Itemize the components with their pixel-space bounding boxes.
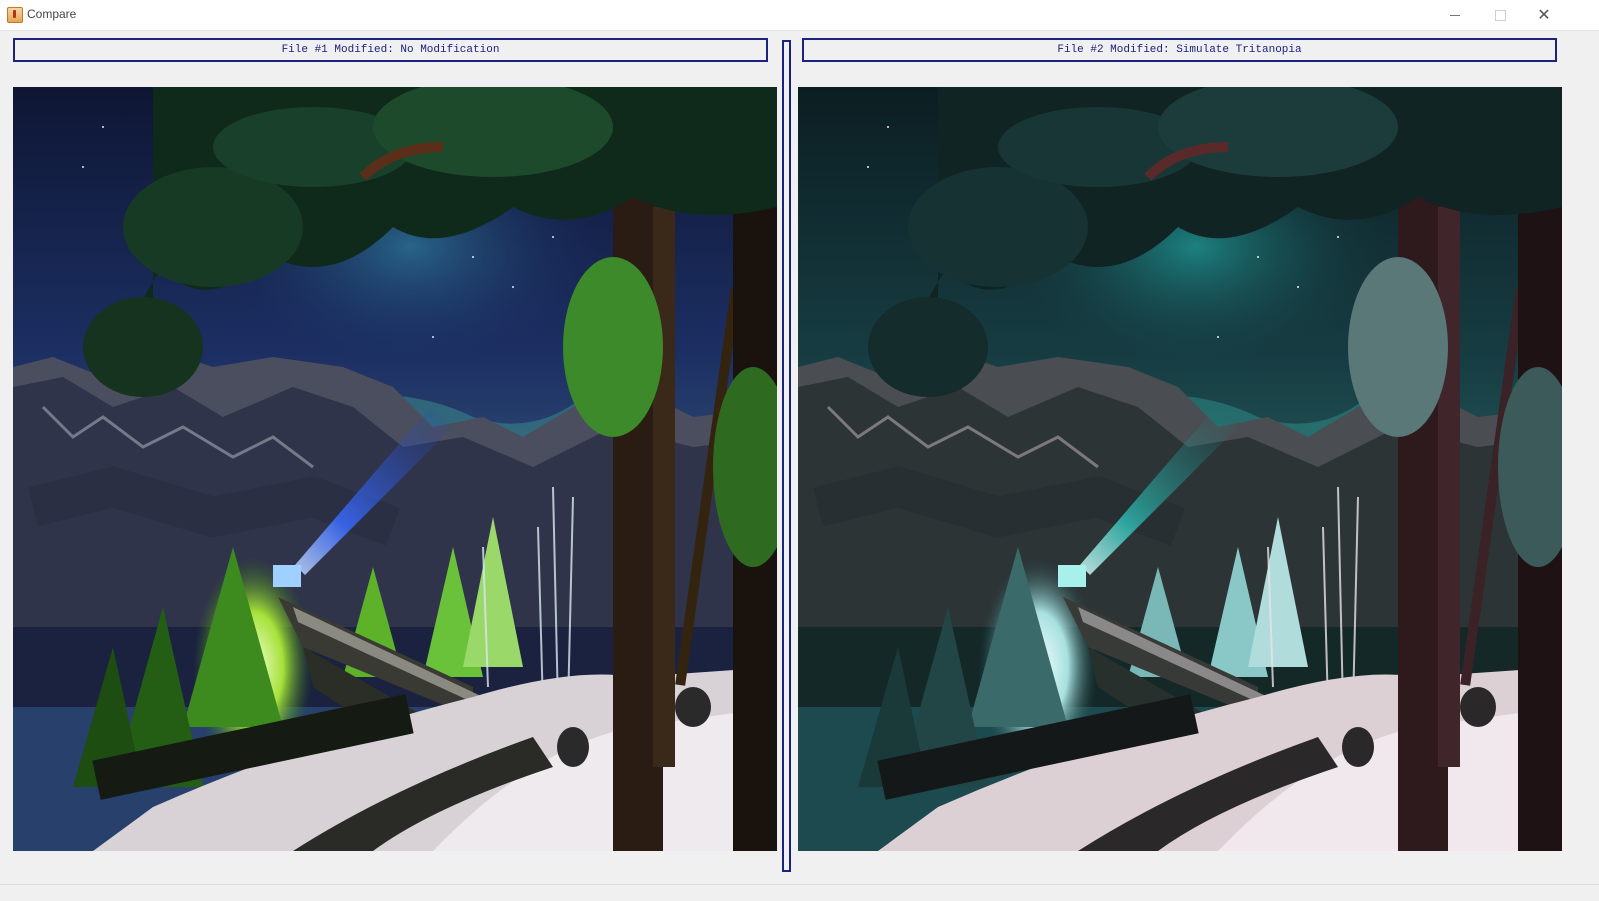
original-night-landscape-image xyxy=(13,87,777,851)
compare-window: Compare ✕ File #1 Modified: No Modificat… xyxy=(0,0,1599,901)
tritanopia-night-landscape-image xyxy=(798,87,1562,851)
split-pane-divider[interactable] xyxy=(782,40,791,872)
title-bar[interactable]: Compare ✕ xyxy=(0,0,1599,31)
maximize-icon xyxy=(1494,9,1506,21)
window-title: Compare xyxy=(27,7,77,21)
close-button[interactable]: ✕ xyxy=(1521,0,1567,30)
minimize-button[interactable] xyxy=(1432,0,1478,30)
left-image xyxy=(13,87,777,851)
left-file-label: File #1 Modified: No Modification xyxy=(13,38,768,62)
right-file-label: File #2 Modified: Simulate Tritanopia xyxy=(802,38,1557,62)
window-bottom-edge xyxy=(0,884,1599,885)
java-app-icon xyxy=(7,7,23,23)
close-icon: ✕ xyxy=(1537,5,1551,24)
right-image xyxy=(798,87,1562,851)
maximize-button[interactable] xyxy=(1477,0,1523,30)
minimize-icon xyxy=(1450,14,1460,16)
